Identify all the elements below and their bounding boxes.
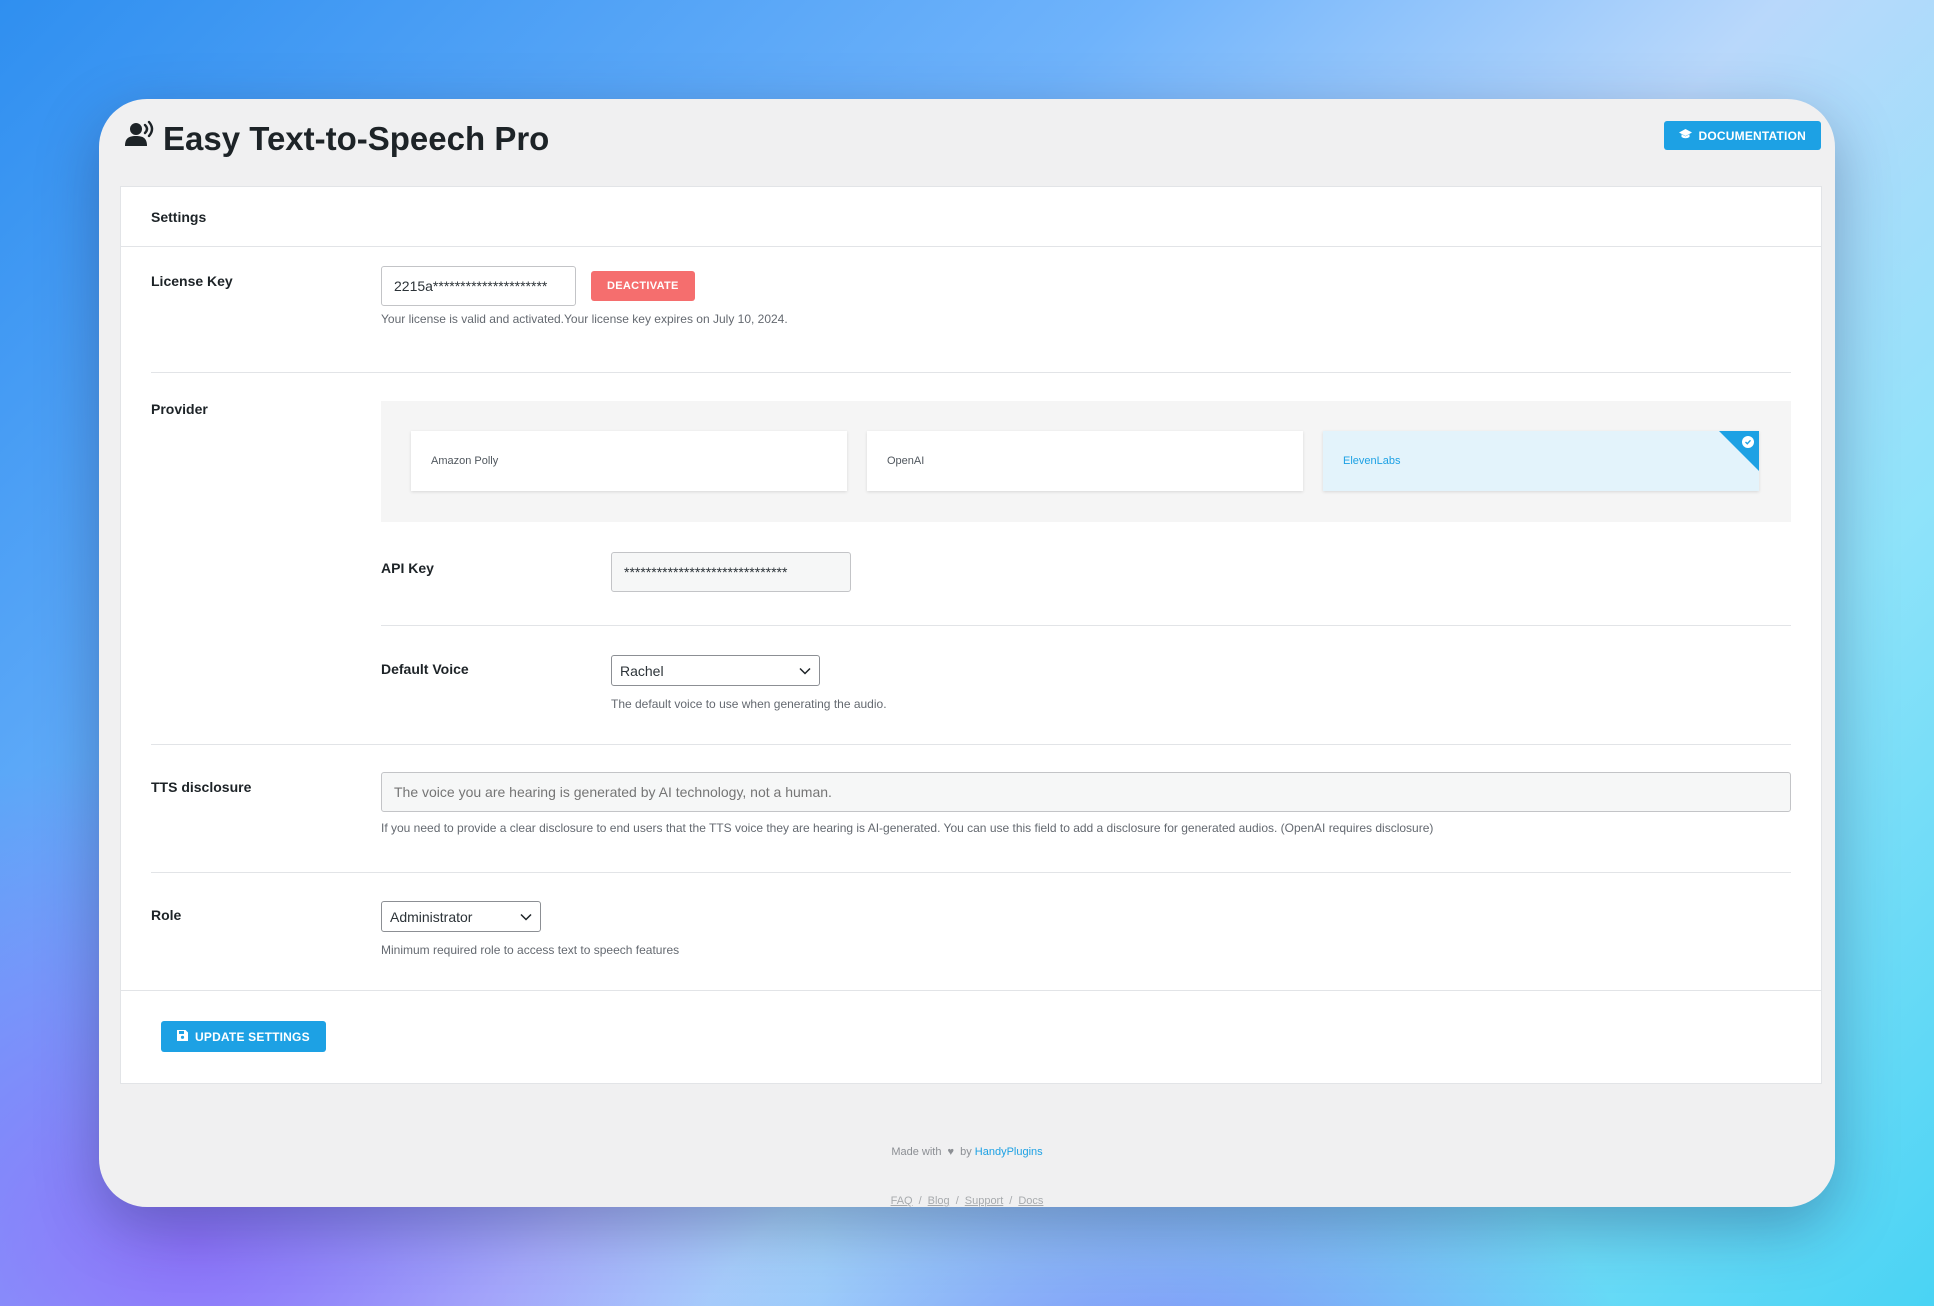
- provider-card-openai[interactable]: OpenAI: [867, 431, 1303, 491]
- default-voice-value: Rachel: [620, 662, 664, 679]
- settings-card-header: Settings: [121, 187, 1821, 247]
- divider: [151, 372, 1791, 373]
- chevron-down-icon: [520, 913, 532, 921]
- provider-card-amazon-polly[interactable]: Amazon Polly: [411, 431, 847, 491]
- tts-disclosure-label: TTS disclosure: [151, 779, 252, 795]
- provider-label: Provider: [151, 401, 208, 417]
- settings-card-footer: UPDATE SETTINGS: [121, 990, 1821, 1084]
- graduation-cap-icon: [1678, 128, 1692, 143]
- divider: [151, 872, 1791, 873]
- deactivate-button[interactable]: DEACTIVATE: [591, 271, 695, 301]
- provider-name: ElevenLabs: [1343, 455, 1401, 467]
- tts-disclosure-help: If you need to provide a clear disclosur…: [381, 821, 1434, 835]
- api-key-row: API Key ******************************: [151, 552, 1791, 605]
- speaking-user-icon: [125, 120, 155, 158]
- api-key-label: API Key: [381, 560, 434, 576]
- chevron-down-icon: [799, 667, 811, 675]
- role-label: Role: [151, 907, 182, 923]
- license-key-field[interactable]: 2215a*********************: [381, 266, 576, 306]
- made-with-text: Made with: [891, 1146, 942, 1158]
- default-voice-label: Default Voice: [381, 661, 469, 677]
- update-settings-button[interactable]: UPDATE SETTINGS: [161, 1021, 326, 1052]
- tts-disclosure-row: TTS disclosure If you need to provide a …: [151, 772, 1791, 849]
- tts-disclosure-input[interactable]: [381, 772, 1791, 812]
- settings-card: Settings License Key 2215a**************…: [120, 186, 1822, 1084]
- role-help: Minimum required role to access text to …: [381, 943, 680, 957]
- app-title-text: Easy Text-to-Speech Pro: [163, 120, 550, 157]
- api-key-field[interactable]: ******************************: [611, 552, 851, 592]
- role-select[interactable]: Administrator: [381, 901, 541, 932]
- documentation-label: DOCUMENTATION: [1698, 128, 1806, 143]
- footer-links: FAQ / Blog / Support / Docs: [890, 1195, 1044, 1207]
- by-text: by: [960, 1146, 972, 1158]
- handyplugins-link[interactable]: HandyPlugins: [975, 1146, 1043, 1158]
- check-circle-icon: [1742, 436, 1754, 448]
- default-voice-row: Default Voice Rachel The default voice t…: [151, 655, 1791, 721]
- footer-link-docs[interactable]: Docs: [1018, 1195, 1043, 1207]
- footer-link-blog[interactable]: Blog: [928, 1195, 950, 1207]
- provider-row: Provider Amazon Polly OpenAI ElevenLabs: [151, 401, 1791, 522]
- save-icon: [177, 1029, 188, 1044]
- provider-card-elevenlabs[interactable]: ElevenLabs: [1323, 431, 1759, 491]
- divider: [151, 744, 1791, 745]
- app-title: Easy Text-to-Speech Pro: [125, 119, 549, 159]
- update-settings-label: UPDATE SETTINGS: [195, 1029, 310, 1044]
- license-key-label: License Key: [151, 273, 233, 289]
- default-voice-help: The default voice to use when generating…: [611, 697, 887, 711]
- provider-name: Amazon Polly: [431, 455, 499, 467]
- provider-name: OpenAI: [887, 455, 925, 467]
- provider-selector: Amazon Polly OpenAI ElevenLabs: [381, 401, 1791, 522]
- footer-link-faq[interactable]: FAQ: [891, 1195, 913, 1207]
- documentation-button[interactable]: DOCUMENTATION: [1663, 121, 1821, 150]
- default-voice-select[interactable]: Rachel: [611, 655, 820, 686]
- license-key-row: License Key 2215a********************* D…: [151, 266, 1791, 343]
- heart-icon: ♥: [947, 1146, 955, 1158]
- divider: [381, 625, 1791, 626]
- role-value: Administrator: [390, 908, 473, 925]
- footer-link-support[interactable]: Support: [965, 1195, 1004, 1207]
- license-help-text: Your license is valid and activated.Your…: [381, 312, 788, 326]
- selected-corner: [1719, 431, 1759, 471]
- footer-credit: Made with ♥ by HandyPlugins: [99, 1146, 1835, 1158]
- role-row: Role Administrator Minimum required role…: [151, 901, 1791, 967]
- app-window: Easy Text-to-Speech Pro DOCUMENTATION Se…: [99, 99, 1835, 1207]
